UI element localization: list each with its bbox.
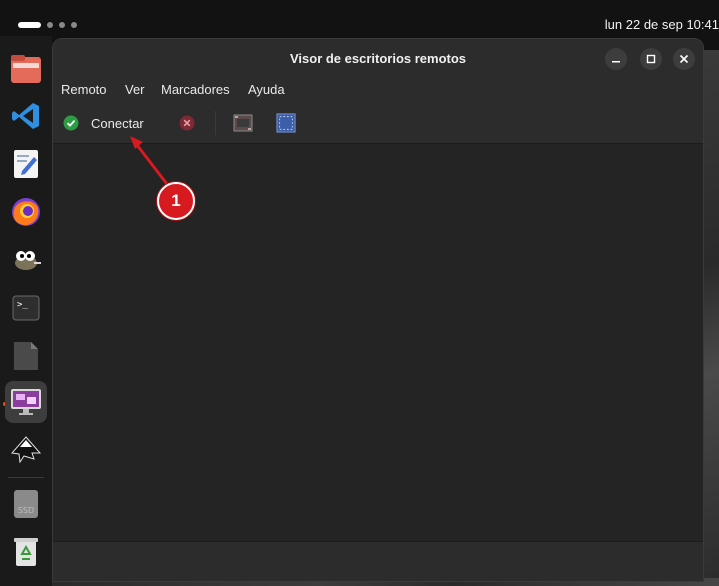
annotation-arrow [130, 136, 172, 189]
annotation-badge: 1 [157, 182, 195, 220]
